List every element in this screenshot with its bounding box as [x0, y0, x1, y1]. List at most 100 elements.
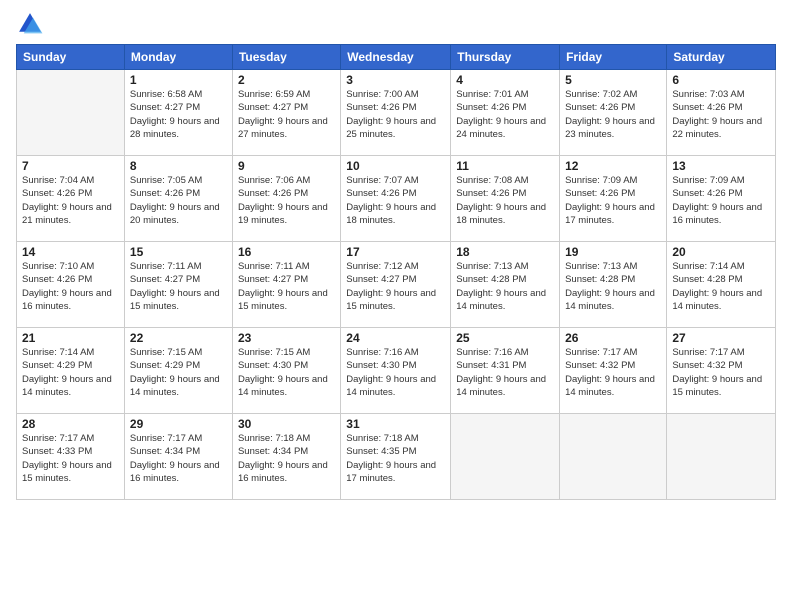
calendar-cell: 18 Sunrise: 7:13 AMSunset: 4:28 PMDaylig…	[451, 242, 560, 328]
calendar-cell: 19 Sunrise: 7:13 AMSunset: 4:28 PMDaylig…	[560, 242, 667, 328]
day-info: Sunrise: 7:10 AMSunset: 4:26 PMDaylight:…	[22, 260, 119, 313]
calendar-cell: 25 Sunrise: 7:16 AMSunset: 4:31 PMDaylig…	[451, 328, 560, 414]
weekday-header-wednesday: Wednesday	[341, 45, 451, 70]
calendar-cell: 24 Sunrise: 7:16 AMSunset: 4:30 PMDaylig…	[341, 328, 451, 414]
day-number: 24	[346, 331, 445, 345]
calendar-cell: 11 Sunrise: 7:08 AMSunset: 4:26 PMDaylig…	[451, 156, 560, 242]
day-number: 3	[346, 73, 445, 87]
calendar-cell: 13 Sunrise: 7:09 AMSunset: 4:26 PMDaylig…	[667, 156, 776, 242]
week-row-2: 7 Sunrise: 7:04 AMSunset: 4:26 PMDayligh…	[17, 156, 776, 242]
day-info: Sunrise: 7:13 AMSunset: 4:28 PMDaylight:…	[565, 260, 661, 313]
calendar-cell: 28 Sunrise: 7:17 AMSunset: 4:33 PMDaylig…	[17, 414, 125, 500]
calendar-cell: 29 Sunrise: 7:17 AMSunset: 4:34 PMDaylig…	[124, 414, 232, 500]
logo	[16, 10, 46, 38]
calendar-cell	[560, 414, 667, 500]
day-info: Sunrise: 7:17 AMSunset: 4:32 PMDaylight:…	[565, 346, 661, 399]
calendar-cell: 4 Sunrise: 7:01 AMSunset: 4:26 PMDayligh…	[451, 70, 560, 156]
day-number: 15	[130, 245, 227, 259]
day-number: 25	[456, 331, 554, 345]
day-number: 4	[456, 73, 554, 87]
day-info: Sunrise: 7:14 AMSunset: 4:29 PMDaylight:…	[22, 346, 119, 399]
calendar-cell: 22 Sunrise: 7:15 AMSunset: 4:29 PMDaylig…	[124, 328, 232, 414]
day-info: Sunrise: 6:59 AMSunset: 4:27 PMDaylight:…	[238, 88, 335, 141]
calendar-cell: 7 Sunrise: 7:04 AMSunset: 4:26 PMDayligh…	[17, 156, 125, 242]
day-info: Sunrise: 7:07 AMSunset: 4:26 PMDaylight:…	[346, 174, 445, 227]
day-info: Sunrise: 7:17 AMSunset: 4:32 PMDaylight:…	[672, 346, 770, 399]
day-number: 14	[22, 245, 119, 259]
day-info: Sunrise: 7:06 AMSunset: 4:26 PMDaylight:…	[238, 174, 335, 227]
weekday-header-saturday: Saturday	[667, 45, 776, 70]
logo-icon	[16, 10, 44, 38]
day-number: 31	[346, 417, 445, 431]
day-info: Sunrise: 7:16 AMSunset: 4:31 PMDaylight:…	[456, 346, 554, 399]
page: SundayMondayTuesdayWednesdayThursdayFrid…	[0, 0, 792, 612]
weekday-header-thursday: Thursday	[451, 45, 560, 70]
day-number: 21	[22, 331, 119, 345]
calendar: SundayMondayTuesdayWednesdayThursdayFrid…	[16, 44, 776, 500]
day-number: 12	[565, 159, 661, 173]
day-info: Sunrise: 7:11 AMSunset: 4:27 PMDaylight:…	[130, 260, 227, 313]
day-info: Sunrise: 7:14 AMSunset: 4:28 PMDaylight:…	[672, 260, 770, 313]
day-number: 23	[238, 331, 335, 345]
calendar-cell: 14 Sunrise: 7:10 AMSunset: 4:26 PMDaylig…	[17, 242, 125, 328]
day-number: 8	[130, 159, 227, 173]
calendar-cell: 15 Sunrise: 7:11 AMSunset: 4:27 PMDaylig…	[124, 242, 232, 328]
day-number: 18	[456, 245, 554, 259]
week-row-1: 1 Sunrise: 6:58 AMSunset: 4:27 PMDayligh…	[17, 70, 776, 156]
day-number: 27	[672, 331, 770, 345]
day-number: 16	[238, 245, 335, 259]
day-number: 28	[22, 417, 119, 431]
day-number: 5	[565, 73, 661, 87]
day-info: Sunrise: 7:18 AMSunset: 4:34 PMDaylight:…	[238, 432, 335, 485]
calendar-cell: 26 Sunrise: 7:17 AMSunset: 4:32 PMDaylig…	[560, 328, 667, 414]
calendar-cell	[667, 414, 776, 500]
day-info: Sunrise: 7:13 AMSunset: 4:28 PMDaylight:…	[456, 260, 554, 313]
day-info: Sunrise: 7:09 AMSunset: 4:26 PMDaylight:…	[565, 174, 661, 227]
calendar-cell: 27 Sunrise: 7:17 AMSunset: 4:32 PMDaylig…	[667, 328, 776, 414]
week-row-3: 14 Sunrise: 7:10 AMSunset: 4:26 PMDaylig…	[17, 242, 776, 328]
day-number: 29	[130, 417, 227, 431]
day-info: Sunrise: 6:58 AMSunset: 4:27 PMDaylight:…	[130, 88, 227, 141]
day-number: 22	[130, 331, 227, 345]
day-info: Sunrise: 7:02 AMSunset: 4:26 PMDaylight:…	[565, 88, 661, 141]
day-number: 11	[456, 159, 554, 173]
day-info: Sunrise: 7:12 AMSunset: 4:27 PMDaylight:…	[346, 260, 445, 313]
day-number: 7	[22, 159, 119, 173]
calendar-cell: 17 Sunrise: 7:12 AMSunset: 4:27 PMDaylig…	[341, 242, 451, 328]
calendar-cell: 20 Sunrise: 7:14 AMSunset: 4:28 PMDaylig…	[667, 242, 776, 328]
day-info: Sunrise: 7:17 AMSunset: 4:33 PMDaylight:…	[22, 432, 119, 485]
day-info: Sunrise: 7:03 AMSunset: 4:26 PMDaylight:…	[672, 88, 770, 141]
day-info: Sunrise: 7:09 AMSunset: 4:26 PMDaylight:…	[672, 174, 770, 227]
week-row-5: 28 Sunrise: 7:17 AMSunset: 4:33 PMDaylig…	[17, 414, 776, 500]
calendar-cell: 8 Sunrise: 7:05 AMSunset: 4:26 PMDayligh…	[124, 156, 232, 242]
calendar-cell: 30 Sunrise: 7:18 AMSunset: 4:34 PMDaylig…	[232, 414, 340, 500]
day-number: 1	[130, 73, 227, 87]
day-info: Sunrise: 7:01 AMSunset: 4:26 PMDaylight:…	[456, 88, 554, 141]
calendar-cell: 31 Sunrise: 7:18 AMSunset: 4:35 PMDaylig…	[341, 414, 451, 500]
calendar-cell: 3 Sunrise: 7:00 AMSunset: 4:26 PMDayligh…	[341, 70, 451, 156]
weekday-header-sunday: Sunday	[17, 45, 125, 70]
weekday-header-monday: Monday	[124, 45, 232, 70]
calendar-cell: 5 Sunrise: 7:02 AMSunset: 4:26 PMDayligh…	[560, 70, 667, 156]
day-number: 9	[238, 159, 335, 173]
day-info: Sunrise: 7:05 AMSunset: 4:26 PMDaylight:…	[130, 174, 227, 227]
calendar-cell: 2 Sunrise: 6:59 AMSunset: 4:27 PMDayligh…	[232, 70, 340, 156]
calendar-cell	[17, 70, 125, 156]
header	[16, 10, 776, 38]
calendar-cell: 23 Sunrise: 7:15 AMSunset: 4:30 PMDaylig…	[232, 328, 340, 414]
calendar-cell: 12 Sunrise: 7:09 AMSunset: 4:26 PMDaylig…	[560, 156, 667, 242]
day-info: Sunrise: 7:11 AMSunset: 4:27 PMDaylight:…	[238, 260, 335, 313]
day-number: 20	[672, 245, 770, 259]
day-number: 6	[672, 73, 770, 87]
weekday-header-tuesday: Tuesday	[232, 45, 340, 70]
calendar-cell	[451, 414, 560, 500]
day-info: Sunrise: 7:15 AMSunset: 4:30 PMDaylight:…	[238, 346, 335, 399]
day-number: 10	[346, 159, 445, 173]
day-number: 19	[565, 245, 661, 259]
calendar-cell: 16 Sunrise: 7:11 AMSunset: 4:27 PMDaylig…	[232, 242, 340, 328]
calendar-cell: 10 Sunrise: 7:07 AMSunset: 4:26 PMDaylig…	[341, 156, 451, 242]
day-number: 13	[672, 159, 770, 173]
day-info: Sunrise: 7:17 AMSunset: 4:34 PMDaylight:…	[130, 432, 227, 485]
week-row-4: 21 Sunrise: 7:14 AMSunset: 4:29 PMDaylig…	[17, 328, 776, 414]
day-number: 30	[238, 417, 335, 431]
